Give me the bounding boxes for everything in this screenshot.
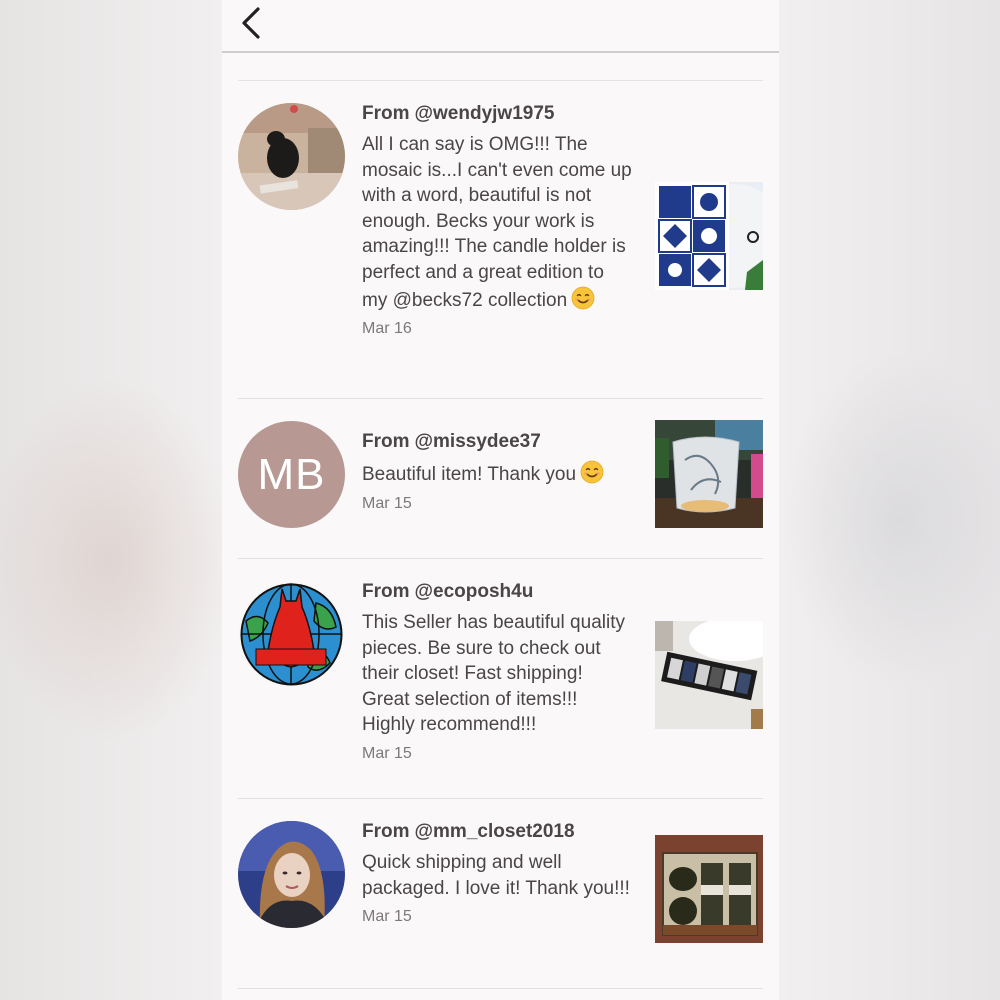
username-link[interactable]: @wendyjw1975 bbox=[415, 101, 555, 127]
review-item: From @ecoposh4u This Seller has beautifu… bbox=[238, 559, 763, 799]
back-button[interactable] bbox=[236, 6, 266, 40]
item-thumbnail[interactable] bbox=[655, 182, 763, 290]
review-date: Mar 16 bbox=[362, 320, 412, 338]
review-item: From @mm_closet2018 Quick shipping and w… bbox=[238, 799, 763, 989]
avatar[interactable]: MB bbox=[238, 421, 345, 528]
review-text: Beautiful item! Thank you bbox=[362, 464, 577, 485]
review-text: This Seller has beautiful quality pieces… bbox=[362, 612, 625, 736]
review-item: From @wendyjw1975 All I can say is OMG!!… bbox=[238, 81, 763, 399]
review-message: This Seller has beautiful quality pieces… bbox=[362, 610, 634, 738]
review-content: From @missydee37 Beautiful item! Thank y… bbox=[362, 429, 634, 515]
username-link[interactable]: @ecoposh4u bbox=[415, 579, 534, 605]
reviews-list: From @wendyjw1975 All I can say is OMG!!… bbox=[238, 80, 763, 989]
item-thumbnail[interactable] bbox=[655, 420, 763, 528]
review-text: All I can say is OMG!!! The mosaic is...… bbox=[362, 134, 632, 311]
review-date: Mar 15 bbox=[362, 908, 412, 926]
avatar[interactable] bbox=[238, 103, 345, 210]
review-message: All I can say is OMG!!! The mosaic is...… bbox=[362, 132, 634, 313]
review-date: Mar 15 bbox=[362, 494, 412, 512]
from-label: From bbox=[362, 431, 410, 452]
item-thumbnail[interactable] bbox=[655, 621, 763, 729]
love-notes-screen: From @wendyjw1975 All I can say is OMG!!… bbox=[222, 0, 779, 1000]
from-label: From bbox=[362, 581, 410, 602]
review-text: Quick shipping and well packaged. I love… bbox=[362, 852, 630, 899]
smiling-face-emoji-icon bbox=[580, 460, 604, 484]
review-content: From @wendyjw1975 All I can say is OMG!!… bbox=[362, 101, 634, 340]
item-thumbnail[interactable] bbox=[655, 835, 763, 943]
review-item: MB From @missydee37 Beautiful item! Than… bbox=[238, 399, 763, 559]
review-author: From @wendyjw1975 bbox=[362, 101, 634, 127]
review-author: From @missydee37 bbox=[362, 429, 634, 455]
review-author: From @ecoposh4u bbox=[362, 579, 634, 605]
avatar[interactable] bbox=[238, 821, 345, 928]
smiling-face-emoji-icon bbox=[571, 286, 595, 309]
from-label: From bbox=[362, 103, 410, 124]
review-content: From @mm_closet2018 Quick shipping and w… bbox=[362, 819, 634, 928]
review-content: From @ecoposh4u This Seller has beautifu… bbox=[362, 579, 634, 765]
review-message: Beautiful item! Thank you bbox=[362, 460, 634, 488]
chevron-left-icon bbox=[242, 7, 260, 39]
avatar[interactable] bbox=[238, 581, 345, 688]
from-label: From bbox=[362, 821, 410, 842]
username-link[interactable]: @mm_closet2018 bbox=[415, 819, 575, 845]
avatar-initials: MB bbox=[257, 449, 326, 499]
review-message: Quick shipping and well packaged. I love… bbox=[362, 850, 634, 901]
username-link[interactable]: @missydee37 bbox=[415, 429, 541, 455]
review-date: Mar 15 bbox=[362, 744, 412, 762]
review-author: From @mm_closet2018 bbox=[362, 819, 634, 845]
top-bar bbox=[222, 0, 779, 53]
